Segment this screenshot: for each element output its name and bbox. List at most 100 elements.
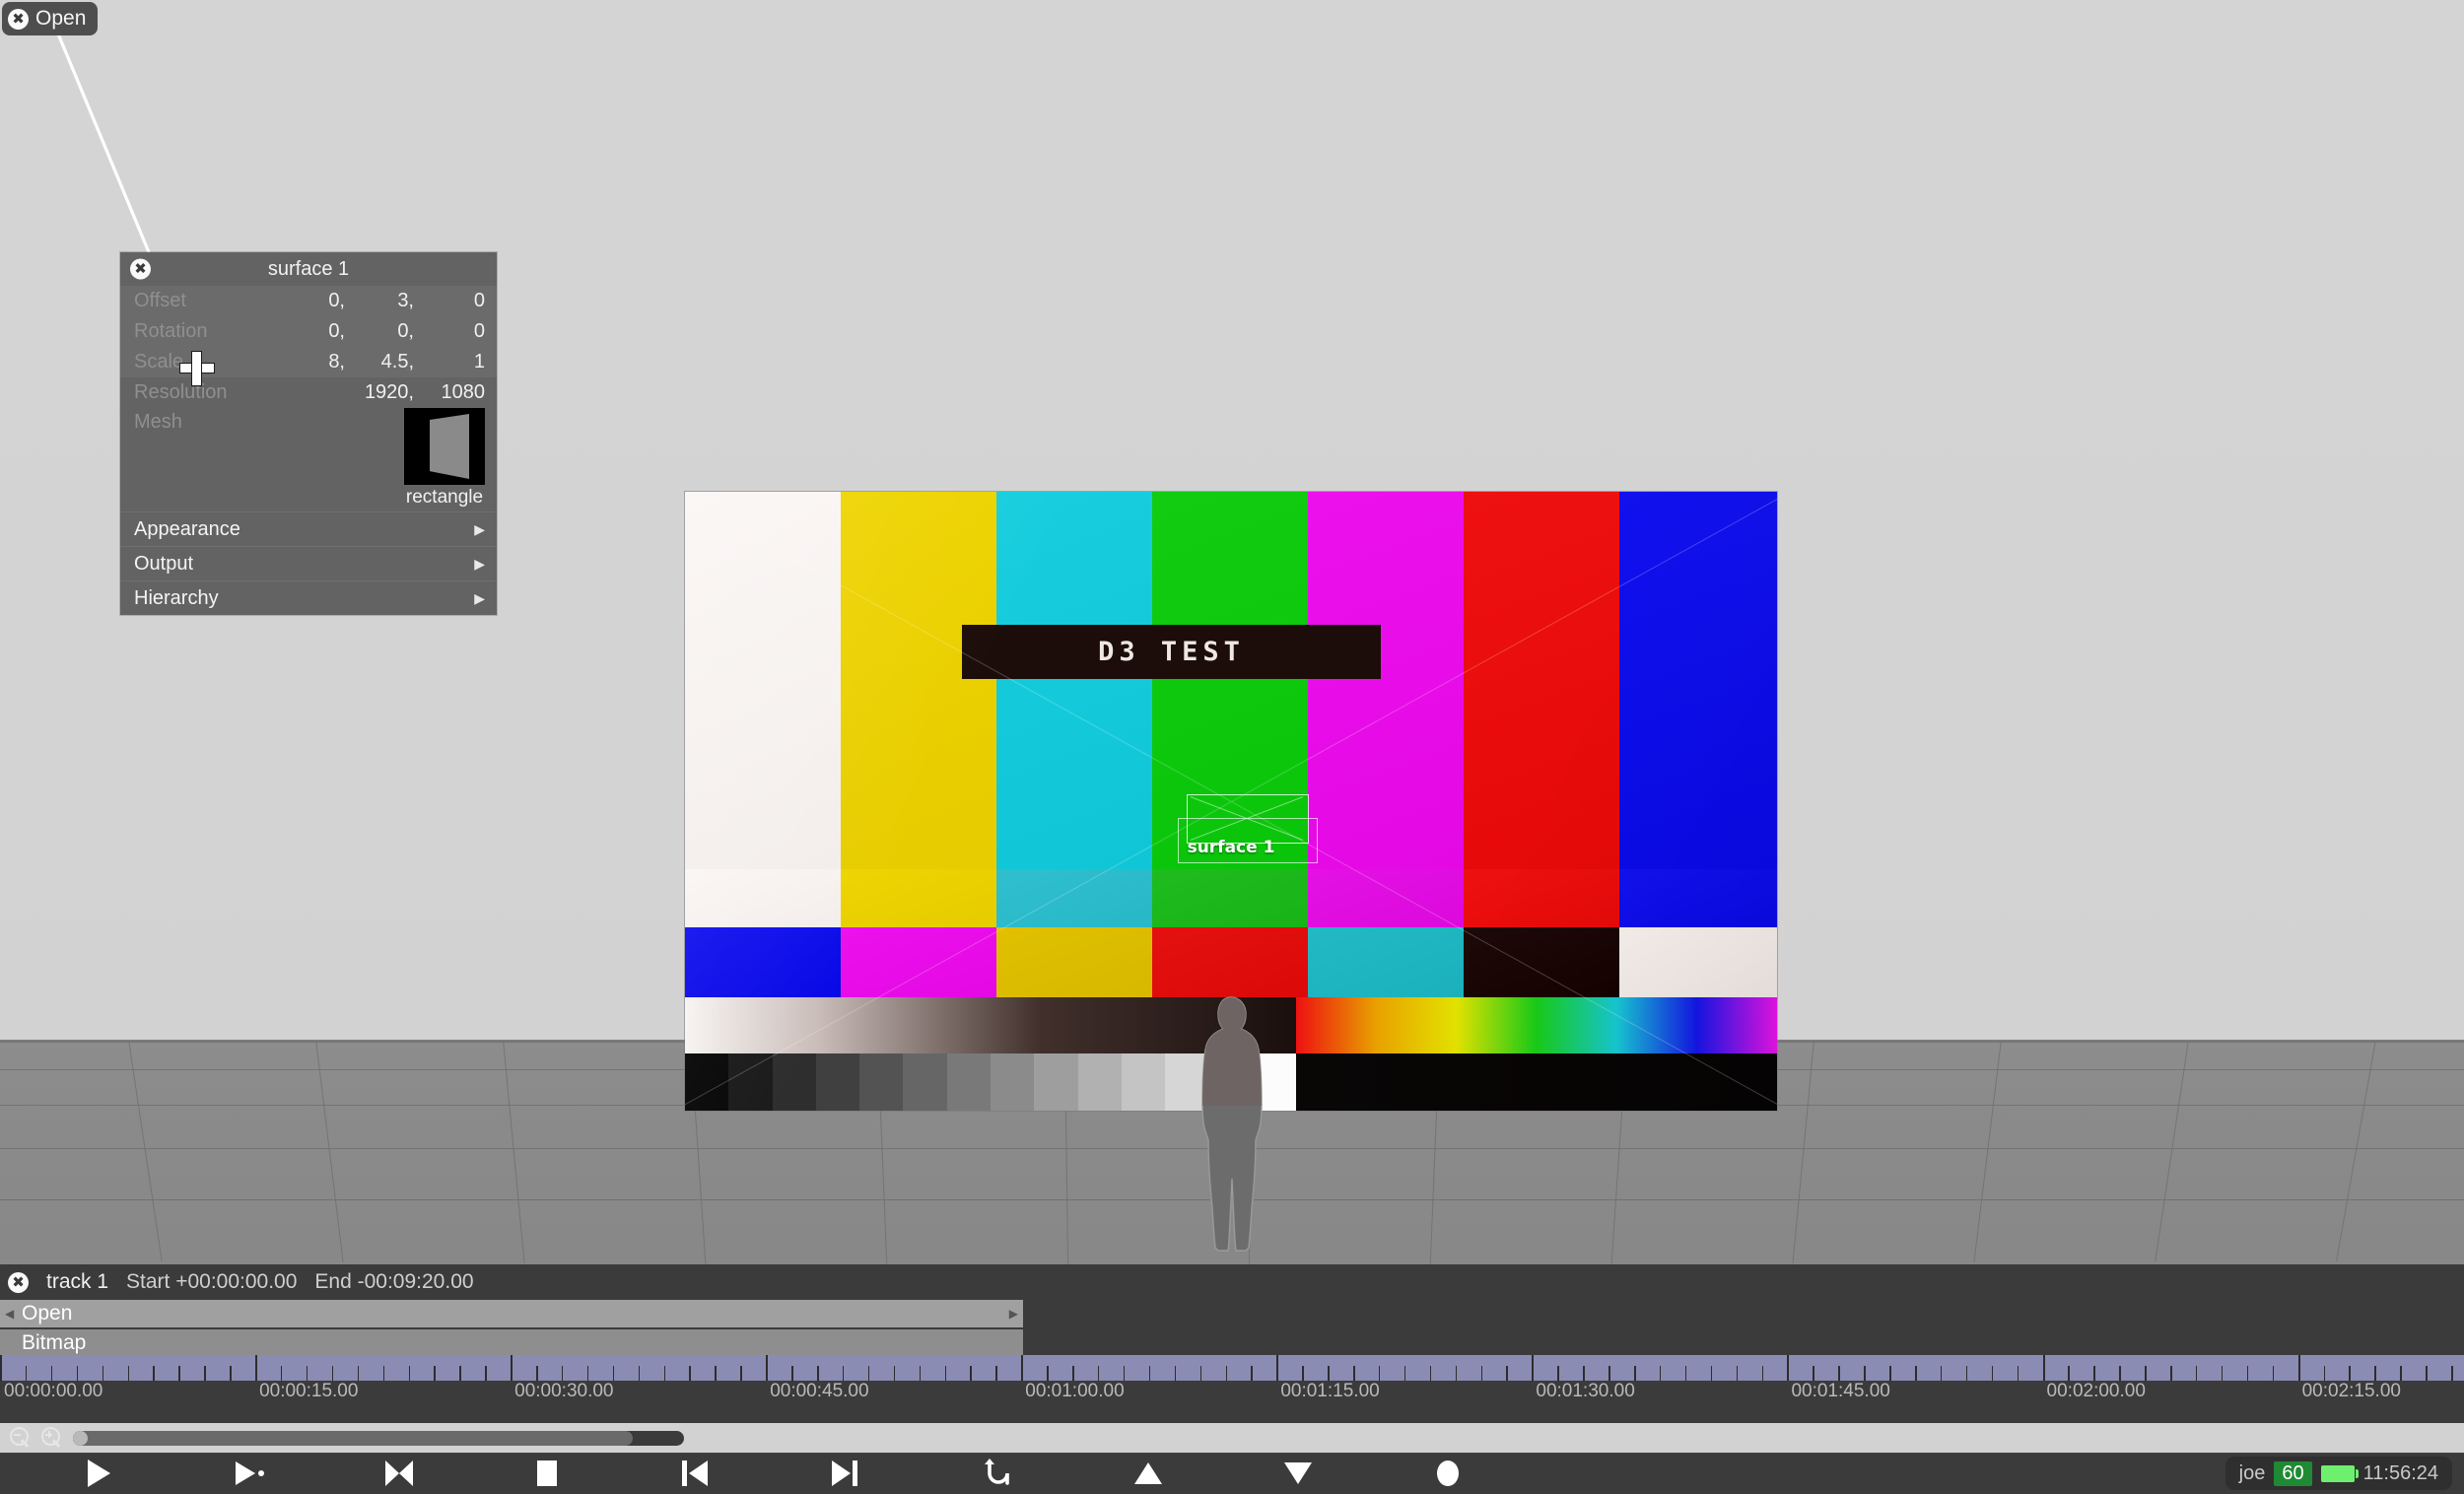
ruler-minor-tick	[1659, 1366, 1662, 1381]
transport-bar[interactable]	[0, 1453, 2464, 1494]
ruler-minor-tick	[1736, 1366, 1739, 1381]
previous-button[interactable]	[660, 1453, 729, 1494]
up-button[interactable]	[1114, 1453, 1183, 1494]
down-button[interactable]	[1264, 1453, 1333, 1494]
zoom-in-icon[interactable]	[41, 1427, 63, 1449]
track-end-time[interactable]: End -00:09:20.00	[314, 1270, 473, 1294]
ruler-minor-tick	[306, 1366, 308, 1381]
status-pill[interactable]: joe 60 11:56:24	[2224, 1457, 2452, 1490]
section-label: Appearance	[134, 517, 240, 540]
property-row-rotation[interactable]: Rotation 0, 0, 0	[120, 316, 497, 347]
rotation-x-value[interactable]: 0,	[282, 320, 345, 343]
panel-section-hierarchy[interactable]: Hierarchy ▶	[120, 580, 497, 615]
timeline-header: ✖ track 1 Start +00:00:00.00 End -00:09:…	[0, 1264, 2464, 1300]
scrollbar-thumb[interactable]	[73, 1430, 633, 1446]
panel-section-output[interactable]: Output ▶	[120, 546, 497, 580]
ruler-minor-tick	[1761, 1366, 1764, 1381]
ruler-minor-tick	[2221, 1366, 2224, 1381]
property-row-resolution[interactable]: Resolution 1920, 1080	[120, 377, 497, 408]
color-bar	[1464, 869, 1619, 927]
ruler-minor-tick	[638, 1366, 641, 1381]
stop-button[interactable]	[513, 1453, 582, 1494]
color-bar	[1308, 869, 1464, 927]
resolution-width-value[interactable]: 1920,	[282, 381, 414, 404]
ruler-minor-tick	[50, 1366, 53, 1381]
scale-x-value[interactable]: 8,	[282, 351, 345, 374]
timeline-panel[interactable]: ✖ track 1 Start +00:00:00.00 End -00:09:…	[0, 1264, 2464, 1423]
property-row-scale[interactable]: Scale 8, 4.5, 1	[120, 347, 497, 377]
ruler-minor-tick	[2323, 1366, 2325, 1381]
play-button[interactable]	[64, 1453, 133, 1494]
ruler-minor-tick	[1864, 1366, 1866, 1381]
resolution-height-value[interactable]: 1080	[414, 381, 486, 404]
ruler-time-label: 00:01:00.00	[1025, 1381, 1125, 1401]
grayscale-step	[1121, 1053, 1166, 1111]
ruler-minor-tick	[1838, 1366, 1840, 1381]
color-bar	[1464, 492, 1619, 869]
close-circle-icon[interactable]: ✖	[130, 258, 151, 280]
ruler-minor-tick	[919, 1366, 922, 1381]
timeline-zoom-row[interactable]	[0, 1423, 2464, 1453]
timeline-clip-bitmap[interactable]: Bitmap	[0, 1329, 1023, 1357]
color-bar	[996, 492, 1152, 869]
offset-z-value[interactable]: 0	[414, 290, 485, 312]
chevron-left-icon[interactable]: ◀	[5, 1307, 14, 1321]
3d-viewport[interactable]: D3 TEST surface 1 ✖ surface 1 Offset 0, …	[0, 0, 2464, 1264]
ruler-minor-tick	[715, 1366, 717, 1381]
close-circle-icon[interactable]: ✖	[8, 8, 29, 30]
undo-button[interactable]	[964, 1453, 1033, 1494]
color-bar	[841, 927, 996, 997]
ruler-minor-tick	[2195, 1366, 2198, 1381]
ruler-minor-tick	[867, 1366, 870, 1381]
scale-y-value[interactable]: 4.5,	[345, 351, 414, 374]
track-start-time[interactable]: Start +00:00:00.00	[126, 1270, 297, 1294]
ruler-minor-tick	[893, 1366, 896, 1381]
play-section-button[interactable]	[215, 1453, 284, 1494]
property-row-mesh[interactable]: Mesh rectangle	[120, 408, 497, 511]
ruler-minor-tick	[1251, 1366, 1253, 1381]
rotation-z-value[interactable]: 0	[414, 320, 485, 343]
color-bar	[685, 492, 841, 869]
timeline-ruler[interactable]	[0, 1355, 2464, 1381]
triangle-down-icon	[1284, 1462, 1312, 1484]
ruler-minor-tick	[2068, 1366, 2070, 1381]
open-project-pill[interactable]: ✖ Open	[2, 2, 99, 35]
close-circle-icon[interactable]: ✖	[8, 1271, 29, 1293]
ruler-minor-tick	[791, 1366, 793, 1381]
screen-title-text: D3 TEST	[1098, 637, 1245, 667]
offset-y-value[interactable]: 3,	[345, 290, 414, 312]
scale-z-value[interactable]: 1	[414, 351, 485, 374]
offset-x-value[interactable]: 0,	[282, 290, 345, 312]
crosshair-cursor	[179, 351, 215, 386]
color-bar	[1619, 869, 1777, 927]
zoom-out-icon[interactable]	[10, 1427, 32, 1449]
next-button[interactable]	[810, 1453, 879, 1494]
scrollbar-knob[interactable]	[73, 1430, 88, 1446]
timeline-clip-open[interactable]: ◀ Open ▶	[0, 1300, 1023, 1327]
record-button[interactable]	[1413, 1453, 1482, 1494]
chevron-right-icon[interactable]: ▶	[1009, 1307, 1018, 1321]
rotation-y-value[interactable]: 0,	[345, 320, 414, 343]
ruler-time-label: 00:00:30.00	[514, 1381, 614, 1401]
track-name[interactable]: track 1	[46, 1270, 108, 1294]
chevron-right-icon: ▶	[474, 589, 485, 606]
ruler-minor-tick	[1991, 1366, 1994, 1381]
timeline-horizontal-scrollbar[interactable]	[73, 1430, 684, 1446]
ruler-minor-tick	[331, 1366, 334, 1381]
surface-properties-panel[interactable]: ✖ surface 1 Offset 0, 3, 0 Rotation 0, 0…	[120, 252, 497, 615]
color-bar	[685, 869, 841, 927]
ruler-minor-tick	[1429, 1366, 1432, 1381]
ruler-minor-tick	[1047, 1366, 1049, 1381]
ruler-minor-tick	[408, 1366, 410, 1381]
ruler-minor-tick	[1684, 1366, 1687, 1381]
panel-section-appearance[interactable]: Appearance ▶	[120, 511, 497, 546]
mesh-thumbnail[interactable]	[404, 408, 485, 485]
ruler-minor-tick	[2145, 1366, 2147, 1381]
loop-icon	[385, 1460, 413, 1487]
skip-back-icon	[682, 1460, 708, 1486]
property-label: Rotation	[134, 320, 208, 342]
color-bar	[996, 927, 1152, 997]
loop-button[interactable]	[365, 1453, 434, 1494]
ruler-minor-tick	[459, 1366, 461, 1381]
property-row-offset[interactable]: Offset 0, 3, 0	[120, 286, 497, 316]
